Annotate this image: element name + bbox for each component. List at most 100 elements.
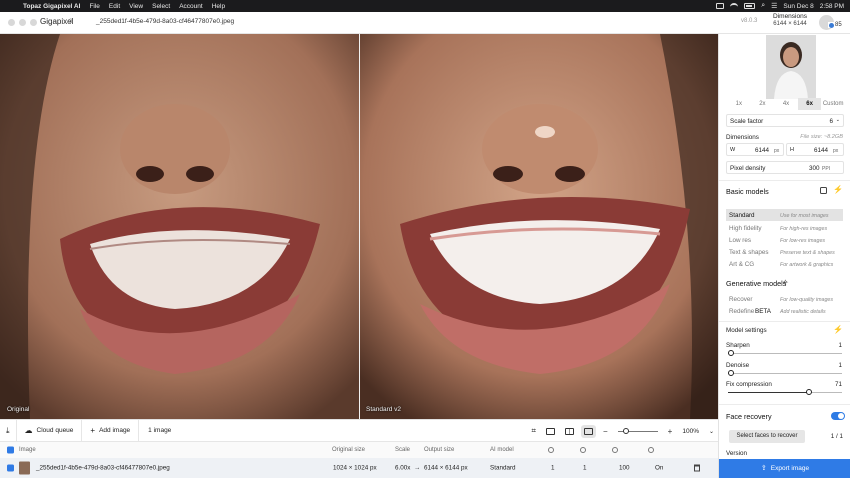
zoom-level[interactable]: 100%	[682, 428, 699, 435]
row-checkbox[interactable]	[7, 464, 14, 472]
select-all-checkbox[interactable]	[7, 446, 14, 454]
col-face-icon	[648, 447, 654, 453]
table-row[interactable]: _255ded1f-4b5e-479d-8a03-cf46477807e0.jp…	[0, 458, 718, 478]
model-text-shapes[interactable]: Text & shapes Preserve text & shapes	[726, 246, 843, 258]
cloud-icon: ☁	[24, 426, 33, 435]
model-desc: For artwork & graphics	[780, 261, 834, 268]
select-faces-button[interactable]: Select faces to recover	[729, 430, 805, 443]
zoom-window-button[interactable]	[30, 19, 37, 26]
auto-settings-icon[interactable]: ⚡	[833, 325, 843, 334]
zoom-out-button[interactable]: −	[603, 427, 608, 436]
sharpen-slider[interactable]	[728, 350, 842, 356]
zoom-in-button[interactable]: +	[668, 427, 673, 436]
apple-icon[interactable]	[9, 2, 17, 10]
model-standard[interactable]: Standard Use for most images	[726, 209, 843, 221]
menu-select[interactable]: Select	[152, 3, 170, 10]
close-window-button[interactable]	[8, 19, 15, 26]
menu-app-name[interactable]: Topaz Gigapixel AI	[23, 3, 80, 10]
menu-account[interactable]: Account	[179, 3, 203, 10]
menu-file[interactable]: File	[89, 3, 99, 10]
compare-icon[interactable]	[820, 187, 827, 194]
image-count: 1 image	[148, 427, 172, 434]
single-view-icon[interactable]	[546, 427, 555, 435]
chevron-down-icon[interactable]: ⌄	[709, 428, 714, 435]
model-high-fidelity[interactable]: High fidelity For high-res images	[726, 222, 843, 234]
settings-icon[interactable]: ⚡	[833, 185, 843, 194]
checkbox-checked-icon	[7, 464, 14, 472]
fix-compression-slider[interactable]	[728, 389, 842, 395]
menu-bar: Topaz Gigapixel AI File Edit View Select…	[0, 0, 850, 12]
model-redefine[interactable]: Redefine BETA Add realistic details	[726, 305, 843, 317]
scale-tab-4x[interactable]: 4x	[774, 98, 798, 110]
split-view-icon[interactable]	[565, 427, 574, 435]
menu-help[interactable]: Help	[212, 3, 225, 10]
generative-models-title: Generative models	[726, 279, 787, 288]
dimensions-label: Dimensions	[773, 13, 807, 20]
minimize-window-button[interactable]	[19, 19, 26, 26]
scale-tab-6x[interactable]: 6x	[797, 98, 822, 110]
denoise-slider-knob[interactable]	[728, 370, 734, 376]
preview-label: Standard v2	[366, 406, 402, 413]
face-recovery-toggle[interactable]	[831, 412, 845, 420]
pixel-density-label: Pixel density	[730, 165, 766, 172]
battery-icon[interactable]	[744, 3, 756, 9]
navigator-thumbnail[interactable]	[766, 35, 816, 99]
model-name: Text & shapes	[729, 249, 769, 256]
row-face-recovery: On	[655, 464, 664, 472]
fix-compression-slider-knob[interactable]	[805, 389, 812, 395]
export-image-button[interactable]: ⇪ Export image	[719, 459, 850, 478]
width-label: W	[730, 147, 736, 153]
row-ai-model: Standard	[490, 464, 516, 472]
scale-tab-custom[interactable]: Custom	[821, 98, 845, 110]
row-denoise: 1	[583, 464, 587, 472]
export-icon: ⇪	[760, 465, 767, 472]
model-desc: For low-res images	[780, 237, 826, 244]
height-field[interactable]: H 6144 px	[786, 143, 844, 156]
export-label: Export image	[770, 465, 810, 472]
face-select-icon[interactable]: ⌗	[531, 426, 536, 436]
comparison-viewer[interactable]: Original Standard v2	[0, 34, 718, 419]
faces-count: 1 / 1	[830, 433, 843, 440]
pixel-density-field[interactable]: Pixel density 300 PPI	[726, 161, 844, 174]
side-by-side-view-icon[interactable]	[584, 427, 593, 435]
cloud-queue-button[interactable]: ☁ Cloud queue	[17, 419, 83, 442]
search-icon[interactable]: ⌕	[761, 2, 765, 10]
add-image-button[interactable]: + Add image	[82, 419, 140, 442]
model-recover[interactable]: Recover For low-quality images	[726, 293, 843, 305]
model-low-res[interactable]: Low res For low-res images	[726, 234, 843, 246]
denoise-label: Denoise	[726, 362, 750, 369]
denoise-slider[interactable]	[728, 370, 842, 376]
clock-date[interactable]: Sun Dec 8	[783, 3, 813, 10]
model-desc: Use for most images	[780, 212, 829, 219]
model-name: Redefine	[729, 308, 755, 315]
scale-tab-1x[interactable]: 1x	[727, 98, 751, 110]
width-unit: px	[774, 147, 780, 154]
sharpen-slider-knob[interactable]	[728, 350, 734, 356]
menu-view[interactable]: View	[129, 3, 143, 10]
collapse-queue-button[interactable]: ⤓	[0, 419, 17, 442]
model-art-cg[interactable]: Art & CG For artwork & graphics	[726, 258, 843, 270]
version-label: Version	[726, 450, 748, 457]
menu-edit[interactable]: Edit	[109, 3, 120, 10]
scale-factor-value: 6	[829, 118, 833, 125]
scale-tabs: 1x 2x 4x 6x Custom	[727, 98, 845, 110]
scale-tab-2x[interactable]: 2x	[751, 98, 775, 110]
model-name: Art & CG	[729, 261, 755, 268]
delete-row-button[interactable]	[694, 464, 700, 472]
preview-image-pane[interactable]: Standard v2	[360, 34, 718, 419]
fix-compression-label: Fix compression	[726, 381, 772, 388]
zoom-slider-knob[interactable]	[622, 427, 629, 434]
plus-icon: +	[90, 426, 96, 435]
zoom-slider[interactable]	[617, 427, 658, 434]
control-center-icon[interactable]: ☰	[771, 2, 777, 10]
screen-icon[interactable]	[716, 3, 725, 9]
width-field[interactable]: W 6144 px	[726, 143, 784, 156]
wifi-icon[interactable]	[730, 3, 739, 9]
trash-icon	[694, 464, 700, 472]
enhanced-face-image	[360, 34, 718, 419]
download-arrow-icon: ⤓	[6, 425, 10, 435]
original-image-pane[interactable]: Original	[0, 34, 359, 419]
row-original-size: 1024 × 1024 px	[333, 464, 377, 472]
clock-time[interactable]: 2:58 PM	[820, 3, 844, 10]
scale-factor-select[interactable]: Scale factor 6 ⌄	[726, 114, 844, 127]
